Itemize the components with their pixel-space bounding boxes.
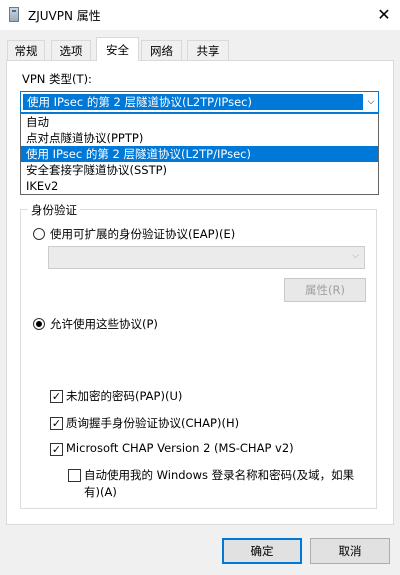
window-title: ZJUVPN 属性: [28, 9, 101, 23]
chap-checkbox[interactable]: ✓: [50, 417, 63, 430]
title-bar: ZJUVPN 属性 ✕: [0, 0, 400, 30]
chap-label[interactable]: 质询握手身份验证协议(CHAP)(H): [66, 415, 239, 431]
chevron-down-icon[interactable]: ⌵: [365, 94, 377, 110]
dropdown-option-auto[interactable]: 自动: [21, 114, 378, 130]
pap-label[interactable]: 未加密的密码(PAP)(U): [66, 388, 182, 404]
auto-logon-checkbox[interactable]: [68, 469, 81, 482]
dropdown-option-l2tp[interactable]: 使用 IPsec 的第 2 层隧道协议(L2TP/IPsec): [21, 146, 378, 162]
vpn-type-select[interactable]: 使用 IPsec 的第 2 层隧道协议(L2TP/IPsec) ⌵: [20, 91, 379, 113]
dropdown-option-pptp[interactable]: 点对点隧道协议(PPTP): [21, 130, 378, 146]
dropdown-option-sstp[interactable]: 安全套接字隧道协议(SSTP): [21, 162, 378, 178]
tab-sharing[interactable]: 共享: [187, 40, 229, 60]
allow-protocols-label[interactable]: 允许使用这些协议(P): [50, 316, 158, 332]
eap-method-select: ⌵: [48, 246, 365, 269]
vpn-type-dropdown[interactable]: 自动 点对点隧道协议(PPTP) 使用 IPsec 的第 2 层隧道协议(L2T…: [20, 113, 379, 195]
eap-properties-button: 属性(R): [284, 278, 366, 302]
vpn-type-label: VPN 类型(T):: [22, 72, 92, 86]
ok-button[interactable]: 确定: [222, 538, 302, 564]
pap-checkbox[interactable]: ✓: [50, 390, 63, 403]
eap-radio-label[interactable]: 使用可扩展的身份验证协议(EAP)(E): [50, 226, 235, 242]
dropdown-option-ikev2[interactable]: IKEv2: [21, 178, 378, 194]
tab-options[interactable]: 选项: [51, 40, 91, 60]
auth-group-title: 身份验证: [28, 202, 80, 218]
tab-security[interactable]: 安全: [96, 37, 139, 61]
eap-radio[interactable]: [33, 228, 45, 240]
tab-general[interactable]: 常规: [7, 40, 45, 60]
mschapv2-checkbox[interactable]: ✓: [50, 443, 63, 456]
close-button[interactable]: ✕: [368, 0, 400, 30]
auto-logon-label-line1[interactable]: 自动使用我的 Windows 登录名称和密码(及域，如果: [84, 467, 354, 483]
auto-logon-label-line2[interactable]: 有)(A): [84, 484, 117, 500]
allow-protocols-radio[interactable]: [33, 318, 45, 330]
tab-networking[interactable]: 网络: [141, 40, 182, 60]
mschapv2-label[interactable]: Microsoft CHAP Version 2 (MS-CHAP v2): [66, 441, 294, 455]
network-connection-icon: [9, 7, 19, 22]
cancel-button[interactable]: 取消: [310, 538, 390, 564]
chevron-down-icon: ⌵: [352, 251, 359, 261]
vpn-type-selected-value: 使用 IPsec 的第 2 层隧道协议(L2TP/IPsec): [23, 94, 363, 110]
